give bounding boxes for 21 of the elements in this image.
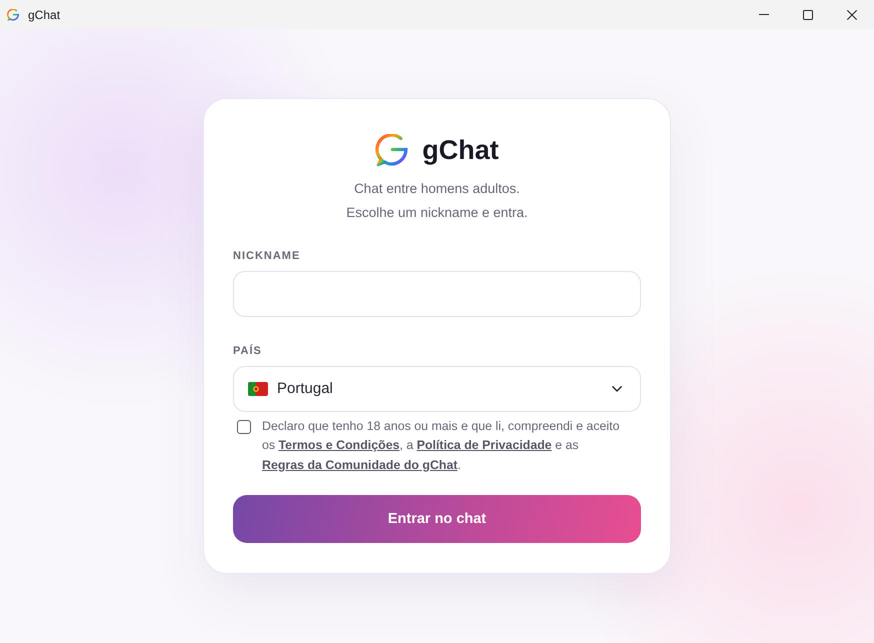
enter-chat-button[interactable]: Entrar no chat	[233, 495, 641, 544]
nickname-input[interactable]	[233, 270, 641, 317]
consent-link[interactable]: Regras da Comunidade do gChat	[262, 458, 458, 472]
consent-link[interactable]: Política de Privacidade	[416, 438, 552, 452]
maximize-icon	[803, 10, 813, 20]
consent-checkbox[interactable]	[237, 420, 251, 434]
field-label: PAÍS	[233, 344, 262, 357]
flag-icon	[248, 382, 268, 396]
country-dropdown[interactable]: Portugal	[233, 366, 641, 412]
consent-text: Declaro que tenho 18 anos ou mais e que li, compreendi e aceito os Termos e Condições, a Política de Privacidade e as Regras da Comunidade do gChat.	[262, 418, 620, 474]
minimize-icon	[759, 14, 769, 15]
tagline-text: Chat entre homens adultos.	[353, 180, 521, 198]
close-icon	[847, 10, 857, 20]
app-logo-icon	[7, 8, 19, 20]
window-title: gChat	[28, 8, 60, 22]
tagline-text: Escolhe um nickname e entra.	[345, 204, 529, 222]
consent-link[interactable]: Termos e Condições	[278, 438, 400, 452]
chevron-down-icon	[612, 386, 622, 392]
logo-icon	[375, 134, 408, 168]
app-name: gChat	[422, 135, 499, 166]
field-label: NICKNAME	[233, 250, 300, 262]
